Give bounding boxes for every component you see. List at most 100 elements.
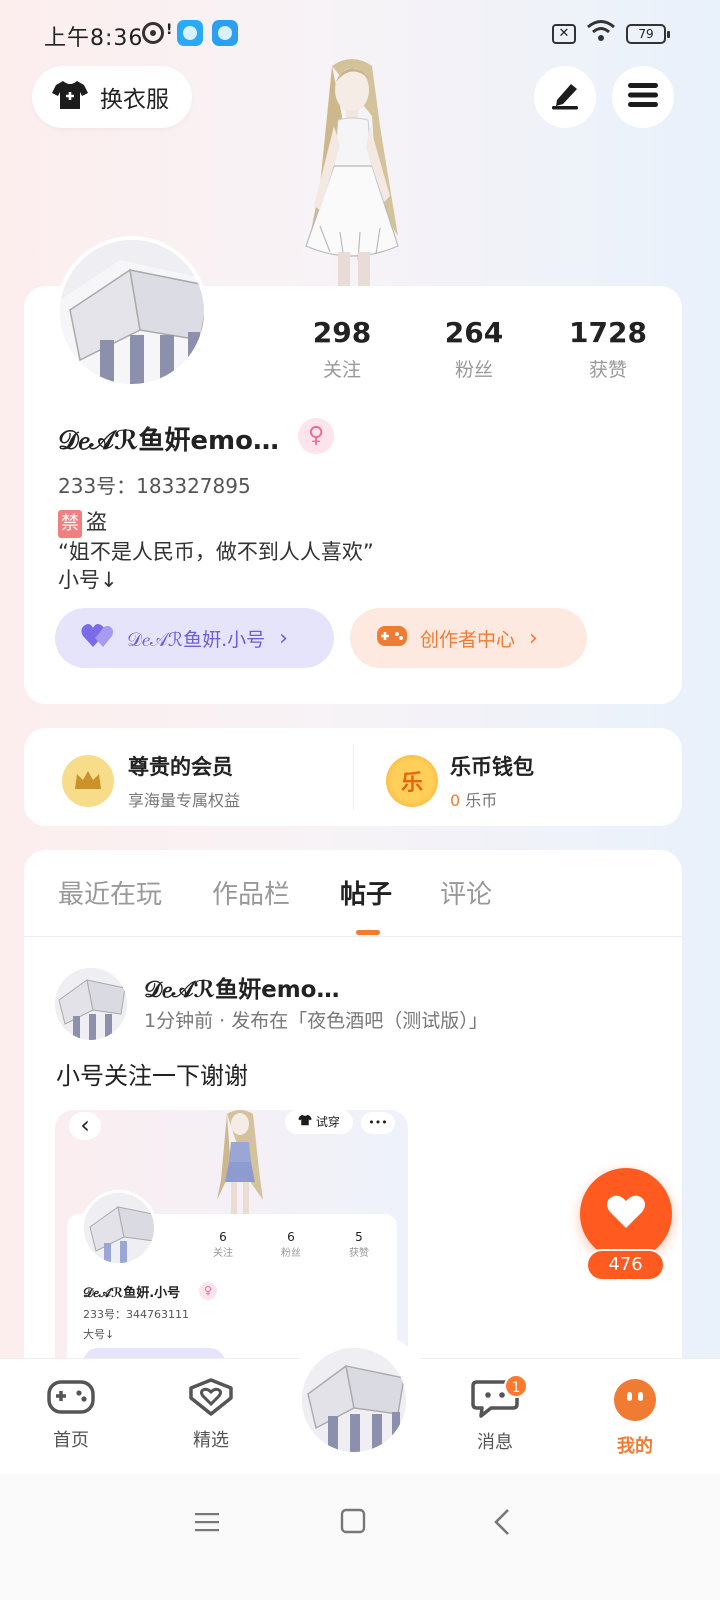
menu-button[interactable] <box>612 66 674 128</box>
stat-label: 关注 <box>322 359 361 381</box>
like-count: 476 <box>586 1249 665 1281</box>
try-on-label: 试穿 <box>315 1115 340 1129</box>
nav-label: 我的 <box>617 1436 653 1457</box>
tab-recent[interactable]: 最近在玩 <box>58 874 162 911</box>
divider <box>24 936 682 937</box>
message-badge: 1 <box>504 1374 528 1398</box>
thumbnail-figure <box>217 1110 263 1216</box>
wallet-title: 乐币钱包 <box>450 755 534 779</box>
battery-icon: 79 <box>626 24 670 44</box>
pen-icon <box>549 80 581 114</box>
nav-label: 首页 <box>53 1430 89 1451</box>
stat-fans[interactable]: 264 粉丝 <box>414 316 534 382</box>
profile-bio: 禁盗 “姐不是人民币，做不到人人喜欢” 小号↓ <box>58 508 374 594</box>
female-icon: ♀ <box>199 1282 217 1300</box>
home-icon[interactable] <box>340 1508 366 1538</box>
chat-icon <box>471 1380 519 1422</box>
back-icon[interactable] <box>492 1508 512 1540</box>
like-button[interactable] <box>580 1168 672 1260</box>
thumb-nickname: 𝒟𝑒𝒜ℛ鱼姸.小号 <box>83 1286 181 1301</box>
tab-posts[interactable]: 帖子 <box>340 874 392 911</box>
try-on-button: 试穿 <box>285 1110 353 1134</box>
thumb-bio: 大号↓ <box>83 1328 115 1341</box>
tab-works[interactable]: 作品栏 <box>212 874 290 911</box>
nav-home[interactable]: 首页 <box>26 1378 116 1452</box>
stat-likes[interactable]: 1728 获赞 <box>548 316 668 382</box>
heart-icon <box>606 1194 646 1234</box>
thumb-stat-label: 获赞 <box>349 1248 369 1259</box>
crown-icon <box>62 755 114 807</box>
chevron-right-icon: › <box>529 625 538 651</box>
tab-comments[interactable]: 评论 <box>440 874 492 911</box>
wifi-icon <box>586 18 616 50</box>
shirt-icon <box>298 1114 316 1129</box>
thumbnail-avatar <box>81 1190 157 1266</box>
nav-me[interactable]: 我的 <box>590 1378 680 1458</box>
stat-value: 298 <box>312 316 372 349</box>
alt-account-label: 𝒟𝑒𝒜ℛ鱼姸.小号 <box>127 628 266 651</box>
double-heart-icon <box>81 623 115 654</box>
more-icon: ••• <box>361 1112 395 1134</box>
wallet-entry[interactable]: 乐 乐币钱包 0 乐币 <box>386 751 534 811</box>
edit-profile-button[interactable] <box>534 66 596 128</box>
gamepad-plus-icon <box>376 623 408 654</box>
face-icon <box>613 1379 657 1426</box>
stat-value: 1728 <box>569 316 647 349</box>
divider <box>353 744 354 810</box>
wallet-unit: 乐币 <box>465 791 498 810</box>
thumb-stat: 6 粉丝 <box>269 1230 313 1259</box>
nav-label: 精选 <box>193 1430 229 1451</box>
thumb-uid: 233号：344763111 <box>83 1308 189 1321</box>
bio-line: 小号↓ <box>58 568 118 592</box>
dress-up-label: 换衣服 <box>100 87 169 113</box>
vip-entry[interactable]: 尊贵的会员 享海量专属权益 <box>62 751 240 811</box>
post-text: 小号关注一下谢谢 <box>56 1062 248 1090</box>
app-notification-icon <box>177 20 203 46</box>
avatar-character-figure[interactable] <box>280 56 430 288</box>
thumb-stat: 5 获赞 <box>337 1230 381 1259</box>
sim-off-icon: ✕ <box>552 24 576 44</box>
user-id: 233号：183327895 <box>58 474 251 498</box>
female-icon: ♀ <box>298 418 334 454</box>
wallet-balance-row: 0 乐币 <box>450 787 534 811</box>
app-notification-icon <box>212 20 238 46</box>
recents-icon[interactable] <box>194 1510 220 1538</box>
stat-label: 获赞 <box>588 359 627 381</box>
creator-center-button[interactable]: 创作者中心 › <box>350 608 587 668</box>
post-avatar[interactable] <box>55 968 127 1040</box>
system-navigation-bar <box>0 1474 720 1600</box>
thumb-stat-label: 关注 <box>213 1248 233 1259</box>
ban-tag: 禁 <box>58 510 82 538</box>
menu-icon <box>627 81 659 113</box>
status-time: 上午8:36 <box>44 26 144 51</box>
profile-avatar[interactable] <box>56 236 208 388</box>
nav-label: 消息 <box>477 1432 513 1453</box>
media-icon <box>142 22 164 44</box>
coin-icon: 乐 <box>386 755 438 807</box>
nav-featured[interactable]: 精选 <box>166 1378 256 1452</box>
notification-mark: ! <box>166 22 173 38</box>
alt-account-button[interactable]: 𝒟𝑒𝒜ℛ鱼姸.小号 › <box>55 608 334 668</box>
thumb-stat-value: 5 <box>355 1230 363 1244</box>
stat-value: 264 <box>444 316 504 349</box>
gamepad-icon <box>47 1380 95 1420</box>
profile-nickname: 𝒟𝑒𝒜ℛ鱼姸emo… <box>58 426 279 456</box>
stat-label: 粉丝 <box>454 359 493 381</box>
vip-subtitle: 享海量专属权益 <box>128 791 241 810</box>
thumb-stat: 6 关注 <box>201 1230 245 1259</box>
bio-line: 盗 <box>86 510 107 534</box>
vip-title: 尊贵的会员 <box>128 755 233 779</box>
post-author[interactable]: 𝒟𝑒𝒜ℛ鱼姸emo… <box>144 970 339 1004</box>
dress-up-button[interactable]: 换衣服 <box>32 66 192 128</box>
wallet-balance: 0 <box>450 791 461 810</box>
heart-box-icon <box>187 1378 235 1420</box>
bio-line: “姐不是人民币，做不到人人喜欢” <box>58 540 374 564</box>
tab-indicator <box>356 930 380 935</box>
post-meta: 1分钟前 · 发布在「夜色酒吧（测试版）」 <box>144 1010 488 1032</box>
thumb-stat-value: 6 <box>219 1230 227 1244</box>
thumb-stat-label: 粉丝 <box>281 1248 301 1259</box>
stat-following[interactable]: 298 关注 <box>282 316 402 382</box>
back-icon: ‹ <box>69 1112 101 1140</box>
thumb-stat-value: 6 <box>287 1230 295 1244</box>
nav-create-avatar[interactable] <box>298 1344 410 1456</box>
